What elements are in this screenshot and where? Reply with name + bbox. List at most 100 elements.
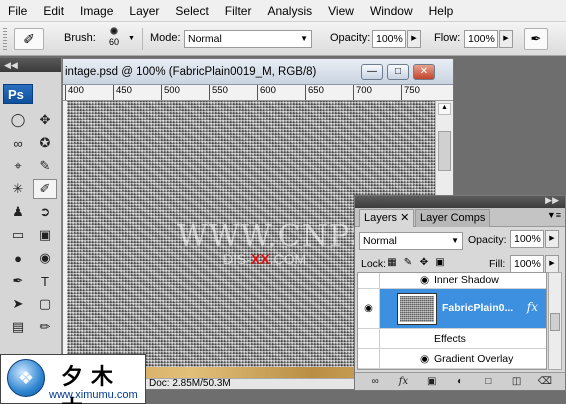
menu-window[interactable]: Window xyxy=(362,0,421,22)
trash-icon[interactable]: ⌫ xyxy=(537,375,553,389)
minimize-button[interactable]: — xyxy=(361,64,383,80)
menu-filter[interactable]: Filter xyxy=(217,0,260,22)
scroll-thumb[interactable] xyxy=(438,131,451,171)
blend-mode-select[interactable]: Normal ▼ xyxy=(359,232,463,250)
mode-value: Normal xyxy=(188,33,222,45)
effect-inner-shadow: Inner Shadow xyxy=(434,274,499,286)
menu-layer[interactable]: Layer xyxy=(121,0,167,22)
add-mask-icon[interactable]: ▣ xyxy=(424,375,440,389)
eye-icon[interactable]: ◉ xyxy=(358,289,380,328)
clone-stamp-tool-icon[interactable]: ♟ xyxy=(6,202,30,222)
ps-logo[interactable]: Ps xyxy=(3,84,33,104)
ruler-tick: 600 xyxy=(257,85,276,100)
list-item[interactable]: ◉ Inner Shadow xyxy=(358,273,546,289)
fill-field[interactable]: 100% xyxy=(510,255,544,273)
brush-picker[interactable]: 60 xyxy=(104,25,124,51)
crop-tool-icon[interactable]: ⌖ xyxy=(6,156,30,176)
fx-icon[interactable]: fx xyxy=(527,300,538,314)
layers-tabs: Layers ✕ Layer Comps ▼≡ xyxy=(355,208,565,227)
notes-tool-icon[interactable]: ▤ xyxy=(6,317,30,337)
effects-label: Effects xyxy=(434,333,466,345)
new-group-icon[interactable]: □ xyxy=(480,375,496,389)
brush-size: 60 xyxy=(108,37,119,47)
layer-opacity-field[interactable]: 100% xyxy=(510,230,544,248)
eyedropper-sample-tool-icon[interactable]: ✏ xyxy=(33,317,57,337)
fill-slider-button[interactable]: ▶ xyxy=(545,255,559,273)
brush-dropdown-icon[interactable]: ▼ xyxy=(128,35,135,42)
document-titlebar[interactable]: intage.psd @ 100% (FabricPlain0019_M, RG… xyxy=(63,59,453,85)
layer-row-selected[interactable]: ◉ FabricPlain0... fx xyxy=(358,289,546,329)
ruler-tick: 500 xyxy=(161,85,180,100)
menu-analysis[interactable]: Analysis xyxy=(259,0,320,22)
collapse-icon[interactable]: ▶▶ xyxy=(545,195,559,206)
tab-layer-comps-label: Layer Comps xyxy=(420,212,486,224)
options-grip[interactable] xyxy=(3,28,7,50)
visibility-toggle[interactable] xyxy=(358,349,380,368)
mode-select[interactable]: Normal ▼ xyxy=(184,30,312,48)
lock-label: Lock: xyxy=(361,258,387,270)
tab-layers[interactable]: Layers ✕ xyxy=(359,209,415,227)
list-item[interactable]: Effects xyxy=(358,329,546,349)
layers-panel: ▶▶ Layers ✕ Layer Comps ▼≡ Normal ▼ Opac… xyxy=(354,195,566,391)
path-selection-tool-icon[interactable]: ➤ xyxy=(6,294,30,314)
healing-brush-tool-icon[interactable]: ✳ xyxy=(6,179,30,199)
horizontal-ruler: 400 450 500 550 600 650 700 750 xyxy=(63,85,453,101)
lock-buttons: ▦ ✎ ✥ ▣ xyxy=(386,256,446,269)
dodge-tool-icon[interactable]: ◉ xyxy=(33,248,57,268)
move-tool-icon[interactable]: ✥ xyxy=(33,110,57,130)
history-brush-tool-icon[interactable]: ➲ xyxy=(33,202,57,222)
layer-opacity-slider-button[interactable]: ▶ xyxy=(545,230,559,248)
layers-scrollbar[interactable] xyxy=(548,272,562,370)
flow-field[interactable]: 100% xyxy=(464,30,498,48)
panel-menu-icon[interactable]: ▼≡ xyxy=(547,210,561,220)
flow-slider-button[interactable]: ▶ xyxy=(499,30,513,48)
marquee-tool-icon[interactable]: ◯ xyxy=(6,110,30,130)
blur-tool-icon[interactable]: ● xyxy=(6,248,30,268)
pen-tool-icon[interactable]: ✒ xyxy=(6,271,30,291)
effect-eye-icon[interactable]: ◉ xyxy=(420,353,429,365)
lasso-tool-icon[interactable]: ∞ xyxy=(6,133,30,153)
maximize-button[interactable]: □ xyxy=(387,64,409,80)
lock-position-icon[interactable]: ✥ xyxy=(418,256,430,269)
tab-layer-comps[interactable]: Layer Comps xyxy=(415,209,491,227)
opacity-field[interactable]: 100% xyxy=(372,30,406,48)
lock-pixels-icon[interactable]: ✎ xyxy=(402,256,414,269)
new-layer-icon[interactable]: ◫ xyxy=(509,375,525,389)
magic-wand-tool-icon[interactable]: ✪ xyxy=(33,133,57,153)
list-item[interactable]: ◉ Gradient Overlay xyxy=(358,349,546,369)
doc-size-status[interactable]: Doc: 2.85M/50.3M xyxy=(149,378,231,389)
menu-image[interactable]: Image xyxy=(72,0,121,22)
separator xyxy=(142,28,143,50)
link-layers-icon[interactable]: ∞ xyxy=(367,375,383,389)
tool-preset-picker[interactable]: ✐ xyxy=(14,28,44,50)
lock-transparency-icon[interactable]: ▦ xyxy=(386,256,398,269)
layers-panel-header[interactable]: ▶▶ xyxy=(355,195,565,208)
brush-tool-icon[interactable]: ✐ xyxy=(33,179,57,199)
airbrush-toggle[interactable]: ✒ xyxy=(524,28,548,50)
adjustment-layer-icon[interactable]: ◐ xyxy=(452,375,468,389)
eyedropper-tool-icon[interactable]: ✎ xyxy=(33,156,57,176)
close-tab-icon[interactable]: ✕ xyxy=(400,212,409,224)
menu-file[interactable]: File xyxy=(0,0,35,22)
visibility-toggle[interactable] xyxy=(358,273,380,288)
effect-eye-icon[interactable]: ◉ xyxy=(420,274,429,286)
opacity-label: Opacity: xyxy=(330,32,371,44)
eraser-tool-icon[interactable]: ▭ xyxy=(6,225,30,245)
layer-name[interactable]: FabricPlain0... xyxy=(442,302,513,314)
add-style-icon[interactable]: fx xyxy=(395,375,411,389)
menu-select[interactable]: Select xyxy=(167,0,216,22)
opacity-slider-button[interactable]: ▶ xyxy=(407,30,421,48)
menu-help[interactable]: Help xyxy=(421,0,462,22)
gradient-tool-icon[interactable]: ▣ xyxy=(33,225,57,245)
watermark-subtext: DIS-XX.COM xyxy=(223,251,306,267)
type-tool-icon[interactable]: T xyxy=(33,271,57,291)
scroll-up-icon[interactable]: ▲ xyxy=(438,103,451,115)
menu-view[interactable]: View xyxy=(320,0,362,22)
lock-all-icon[interactable]: ▣ xyxy=(434,256,446,269)
shape-tool-icon[interactable]: ▢ xyxy=(33,294,57,314)
visibility-toggle[interactable] xyxy=(358,329,380,348)
menu-edit[interactable]: Edit xyxy=(35,0,72,22)
scroll-thumb[interactable] xyxy=(550,313,560,331)
close-button[interactable]: ✕ xyxy=(413,64,435,80)
tools-panel-header[interactable]: ◀◀ xyxy=(0,58,61,72)
